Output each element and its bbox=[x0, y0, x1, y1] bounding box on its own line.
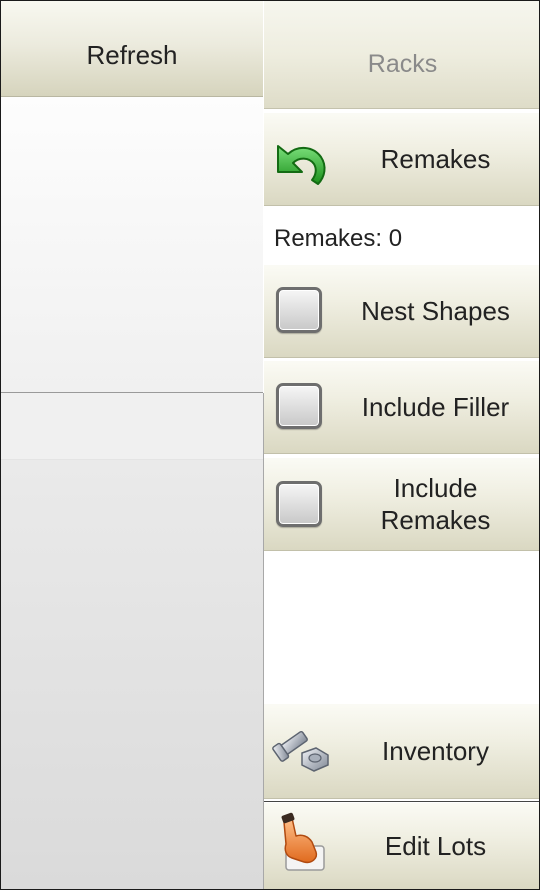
remakes-count-text: Remakes: 0 bbox=[274, 225, 403, 252]
nest-shapes-label: Nest Shapes bbox=[361, 295, 510, 326]
remakes-button[interactable]: Remakes bbox=[264, 112, 539, 206]
checkbox-icon[interactable] bbox=[276, 287, 322, 333]
undo-arrow-icon bbox=[277, 145, 326, 185]
nest-shapes-toggle[interactable]: Nest Shapes bbox=[264, 264, 539, 358]
left-panel: Refresh bbox=[1, 1, 263, 889]
app-frame: Refresh Racks Remakes Remakes: 0 Nest Sh… bbox=[0, 0, 540, 890]
remakes-label: Remakes bbox=[380, 143, 491, 174]
edit-lots-button[interactable]: Edit Lots bbox=[264, 801, 539, 889]
include-remakes-toggle[interactable]: Include Remakes bbox=[264, 457, 539, 551]
include-filler-label: Include Filler bbox=[361, 391, 510, 422]
racks-tab[interactable]: Racks bbox=[264, 1, 539, 109]
list-area[interactable] bbox=[1, 460, 263, 889]
bolt-nut-icon bbox=[272, 730, 329, 772]
checkbox-icon[interactable] bbox=[276, 383, 322, 429]
inventory-button[interactable]: Inventory bbox=[264, 703, 539, 799]
hand-pointer-icon bbox=[281, 812, 325, 871]
list-header bbox=[1, 393, 263, 460]
checkbox-icon[interactable] bbox=[276, 481, 322, 527]
include-filler-toggle[interactable]: Include Filler bbox=[264, 360, 539, 454]
include-remakes-label: Include Remakes bbox=[380, 472, 491, 535]
right-panel: Racks Remakes Remakes: 0 Nest Shapes Inc… bbox=[264, 1, 539, 889]
edit-lots-label: Edit Lots bbox=[384, 831, 487, 861]
inventory-label: Inventory bbox=[382, 735, 489, 766]
preview-area bbox=[1, 97, 263, 393]
refresh-button[interactable]: Refresh bbox=[1, 1, 263, 97]
